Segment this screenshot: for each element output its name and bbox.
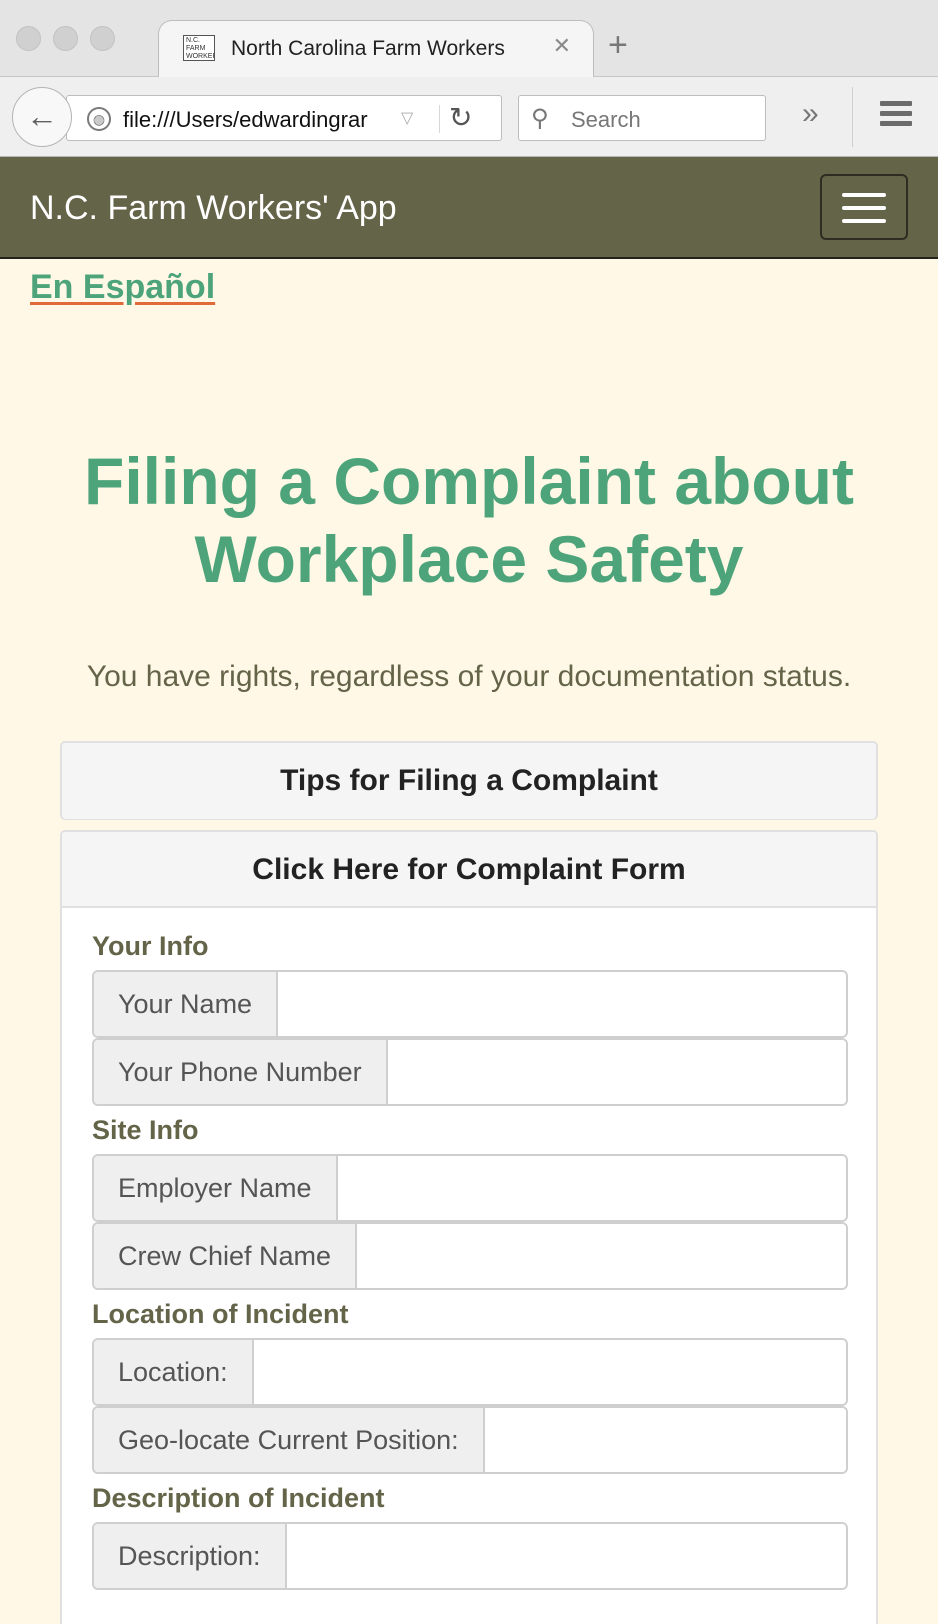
search-icon: ⚲	[531, 105, 549, 132]
chevron-down-icon[interactable]: ▽	[401, 108, 413, 128]
complaint-form-panel: Click Here for Complaint Form Your Info …	[60, 830, 878, 1624]
employer-name-group: Employer Name	[92, 1154, 848, 1222]
your-name-label: Your Name	[94, 972, 279, 1036]
search-placeholder: Search	[571, 107, 641, 132]
zoom-window-button[interactable]	[90, 26, 115, 51]
reload-icon[interactable]: ↻	[449, 101, 472, 134]
complaint-form: Your Info Your Name Your Phone Number Si…	[92, 922, 848, 1590]
minimize-window-button[interactable]	[53, 26, 78, 51]
your-phone-input[interactable]	[387, 1040, 846, 1104]
location-label: Location:	[94, 1340, 254, 1404]
tab-title: North Carolina Farm Workers	[231, 37, 505, 60]
globe-icon: ◍	[87, 107, 111, 131]
browser-toolbar: ◍ file:///Users/edwardingrar ▽ ↻ ← ⚲ Sea…	[0, 77, 938, 157]
location-input[interactable]	[253, 1340, 846, 1404]
section-description: Description of Incident	[92, 1483, 385, 1513]
geolocate-input[interactable]	[484, 1408, 846, 1472]
favicon-icon: N.C. FARM WORKERS	[183, 35, 215, 61]
description-group: Description:	[92, 1522, 848, 1590]
description-label: Description:	[94, 1524, 287, 1588]
tips-panel-heading[interactable]: Tips for Filing a Complaint	[62, 743, 876, 819]
crew-chief-label: Crew Chief Name	[94, 1224, 358, 1288]
geolocate-label: Geo-locate Current Position:	[94, 1408, 485, 1472]
app-navbar: N.C. Farm Workers' App	[0, 157, 938, 259]
browser-chrome: N.C. FARM WORKERS North Carolina Farm Wo…	[0, 0, 938, 157]
page-title: Filing a Complaint about Workplace Safet…	[84, 444, 854, 596]
url-bar[interactable]: ◍ file:///Users/edwardingrar ▽ ↻	[66, 95, 502, 141]
overflow-chevron-icon[interactable]: »	[802, 97, 819, 131]
employer-name-label: Employer Name	[94, 1156, 338, 1220]
hamburger-menu-icon[interactable]	[820, 174, 908, 240]
description-input[interactable]	[286, 1524, 846, 1588]
location-group: Location:	[92, 1338, 848, 1406]
geolocate-group: Geo-locate Current Position:	[92, 1406, 848, 1474]
employer-name-input[interactable]	[337, 1156, 846, 1220]
your-phone-label: Your Phone Number	[94, 1040, 388, 1104]
language-toggle-link[interactable]: En Español	[30, 268, 215, 307]
your-phone-group: Your Phone Number	[92, 1038, 848, 1106]
url-separator	[439, 105, 440, 133]
complaint-form-heading[interactable]: Click Here for Complaint Form	[62, 832, 876, 908]
crew-chief-input[interactable]	[357, 1224, 846, 1288]
page-subtitle: You have rights, regardless of your docu…	[86, 660, 852, 693]
section-location: Location of Incident	[92, 1299, 349, 1329]
tab-close-icon[interactable]: ✕	[553, 33, 571, 59]
tips-panel[interactable]: Tips for Filing a Complaint	[60, 741, 878, 820]
brand-title[interactable]: N.C. Farm Workers' App	[30, 189, 397, 228]
section-site-info: Site Info	[92, 1115, 199, 1145]
search-box[interactable]: ⚲ Search	[518, 95, 766, 141]
back-arrow-icon[interactable]: ←	[12, 87, 72, 147]
tab-strip: N.C. FARM WORKERS North Carolina Farm Wo…	[0, 0, 938, 78]
browser-tab[interactable]: N.C. FARM WORKERS North Carolina Farm Wo…	[158, 20, 594, 78]
toolbar-divider	[852, 87, 853, 147]
close-window-button[interactable]	[16, 26, 41, 51]
crew-chief-group: Crew Chief Name	[92, 1222, 848, 1290]
your-name-input[interactable]	[278, 972, 846, 1036]
browser-menu-icon[interactable]	[880, 101, 912, 131]
new-tab-icon[interactable]: +	[608, 28, 628, 62]
section-your-info: Your Info	[92, 931, 209, 961]
your-name-group: Your Name	[92, 970, 848, 1038]
